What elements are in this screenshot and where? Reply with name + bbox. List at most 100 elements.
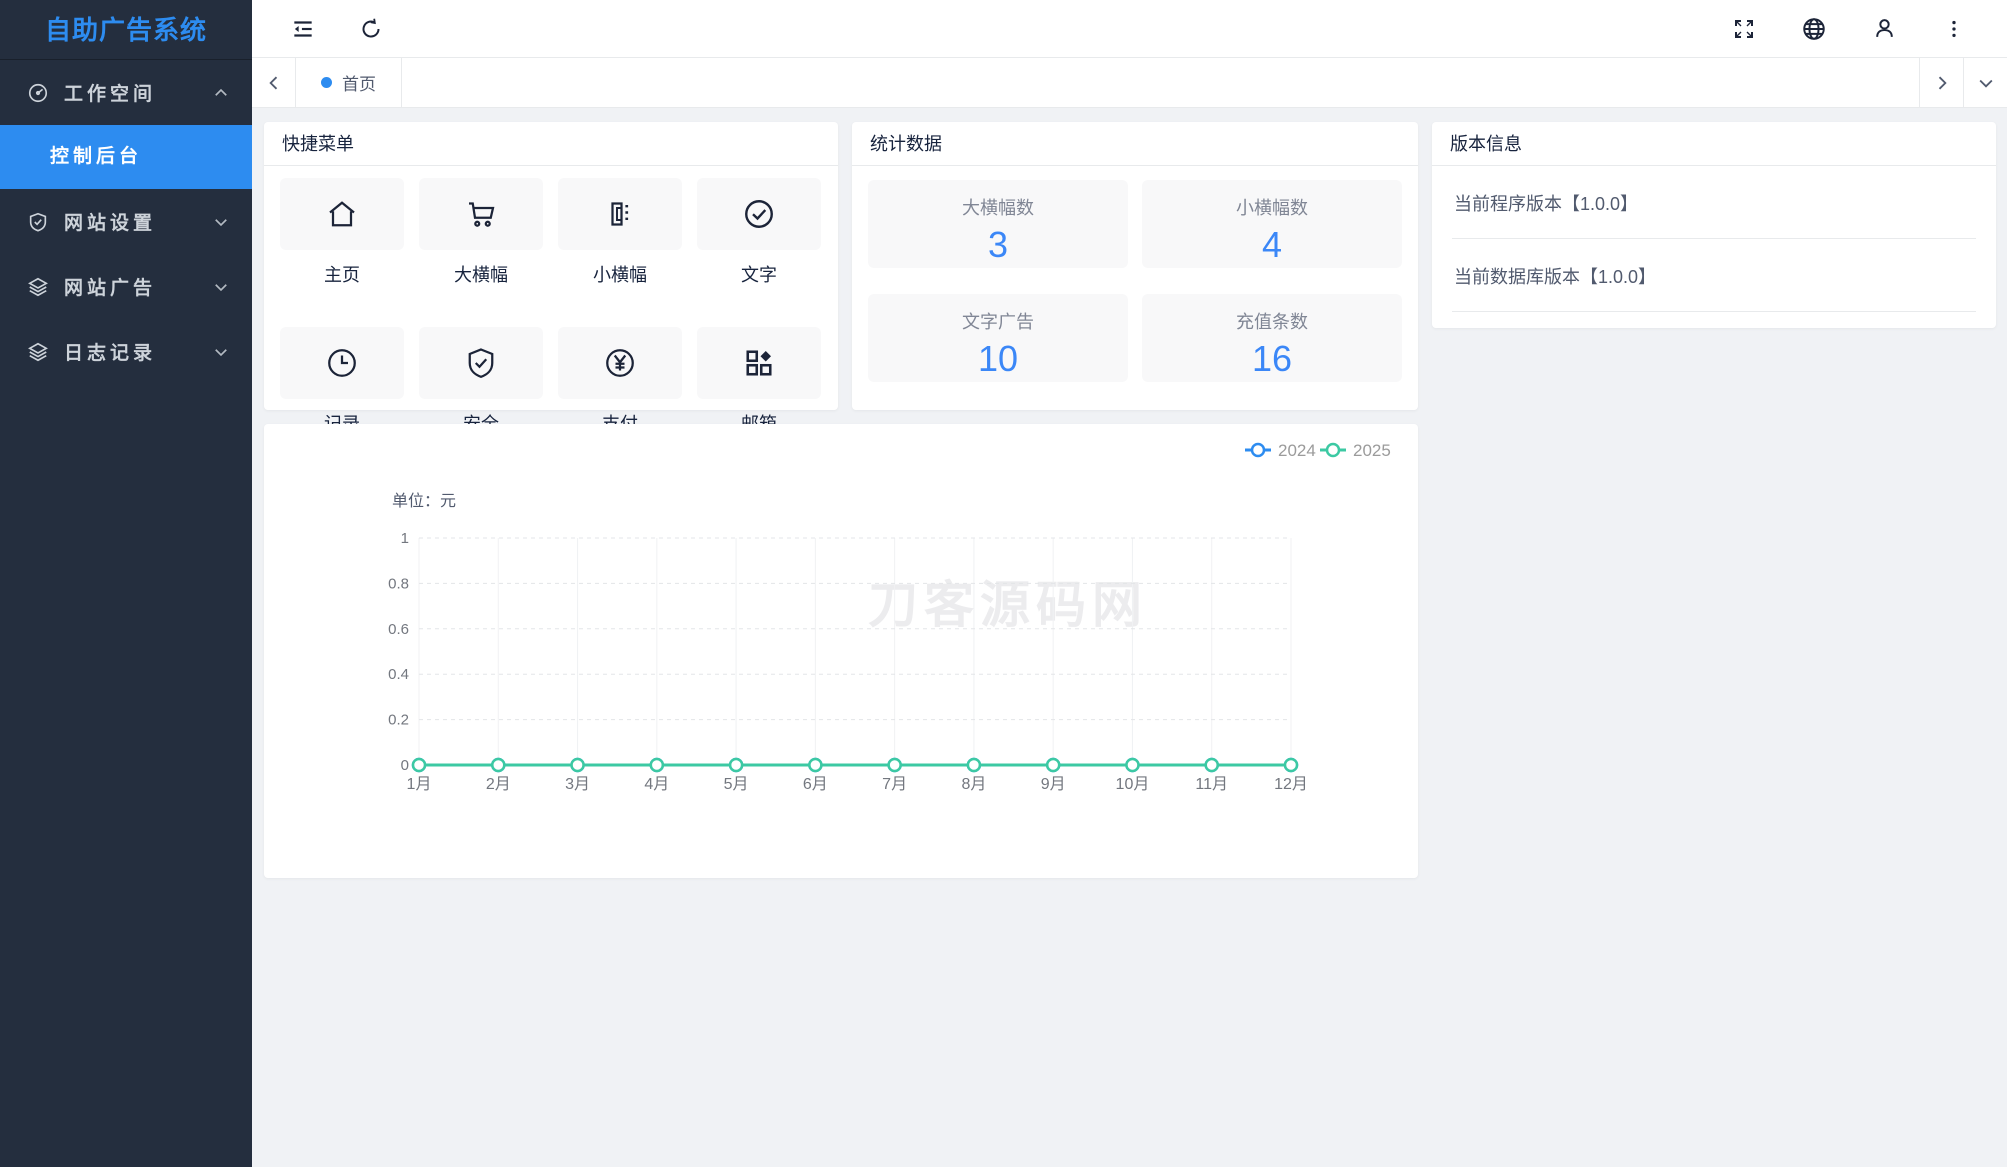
x-axis-tick-label: 1月: [407, 776, 432, 793]
data-point: [808, 757, 823, 773]
fullscreen-icon[interactable]: [1727, 12, 1761, 46]
svg-text:2025: 2025: [1353, 441, 1391, 460]
chevron-down-icon: [212, 213, 230, 231]
app-root: 自助广告系统 工作空间 控制后台 网站设置 网站广告 日志记录 首页 快捷菜单 …: [0, 0, 2007, 1167]
stat-value: 3: [987, 224, 1009, 265]
data-point: [1283, 757, 1299, 773]
legend-item-2024[interactable]: 2024: [1245, 441, 1316, 460]
x-axis-tick-label: 6月: [803, 776, 828, 793]
x-axis-tick-label: 3月: [565, 776, 590, 793]
sidebar-item-label: 工作空间: [64, 84, 157, 105]
y-axis-tick-label: 0.4: [388, 666, 409, 683]
globe-icon[interactable]: [1797, 12, 1831, 46]
chevron-down-icon: [212, 343, 230, 361]
data-point: [411, 757, 427, 773]
app-title: 自助广告系统: [0, 0, 252, 60]
revenue-line-chart: 刀客源码网 1月 2月 3月 4月 5月 6月 7月 8月 9月 10月 11月 12月 0 0.2 0.4 0…: [388, 441, 1391, 793]
sidebar-subitem-control-backend[interactable]: 控制后台: [0, 125, 252, 189]
x-axis-tick-label: 9月: [1041, 776, 1066, 793]
tabbar: 首页: [252, 58, 2007, 108]
quick-item-records[interactable]: 记录: [280, 327, 404, 436]
layers-icon: [26, 340, 50, 364]
refresh-icon[interactable]: [354, 12, 388, 46]
data-point: [491, 757, 506, 773]
data-point: [1204, 757, 1219, 773]
data-point: [649, 757, 665, 773]
program-version-text: 当前程序版本【1.0.0】: [1452, 166, 1976, 239]
quick-menu-card: 快捷菜单 主页 大横幅 小横幅 文字: [264, 122, 838, 434]
tab-menu-dropdown-button[interactable]: [1963, 58, 2007, 107]
chevron-down-icon: [212, 278, 230, 296]
sidebar-item-site-ads[interactable]: 网站广告: [0, 254, 252, 319]
database-version-text: 当前数据库版本【1.0.0】: [1452, 239, 1976, 312]
stat-recharge-count: 充值条数 16: [1142, 294, 1402, 382]
main-area: 首页 快捷菜单 主页 大横幅 小横幅 文字 统计数据 大横幅数 3 小横幅数 4…: [252, 0, 2007, 1167]
yen-circle-icon: [602, 345, 638, 381]
data-point: [887, 757, 902, 773]
tab-home[interactable]: 首页: [296, 58, 402, 107]
stats-title: 统计数据: [852, 122, 1418, 166]
data-point: [1045, 757, 1061, 773]
quick-item-payment[interactable]: 支付: [558, 327, 682, 436]
tab-active-dot: [321, 77, 332, 88]
stat-big-banner-count: 大横幅数 3: [868, 180, 1128, 268]
x-axis-tick-label: 8月: [961, 776, 986, 793]
sidebar-item-workspace[interactable]: 工作空间: [0, 60, 252, 125]
stat-value: 4: [1261, 224, 1283, 265]
x-axis-tick-label: 7月: [882, 776, 907, 793]
quick-item-text[interactable]: 文字: [697, 178, 821, 287]
stat-value: 16: [1251, 338, 1293, 379]
x-axis-tick-label: 12月: [1274, 776, 1308, 793]
x-axis-tick-label: 10月: [1116, 776, 1150, 793]
stat-text-ad-count: 文字广告 10: [868, 294, 1128, 382]
user-icon[interactable]: [1867, 12, 1901, 46]
layers-icon: [26, 275, 50, 299]
quick-item-mailbox[interactable]: 邮箱: [697, 327, 821, 436]
sidebar-item-logs[interactable]: 日志记录: [0, 319, 252, 384]
stat-value: 10: [977, 338, 1019, 379]
collapse-menu-icon[interactable]: [286, 12, 320, 46]
version-card: 版本信息 当前程序版本【1.0.0】 当前数据库版本【1.0.0】: [1432, 122, 1996, 328]
more-vertical-icon[interactable]: [1937, 12, 1971, 46]
data-point: [1125, 757, 1140, 773]
chart-unit-label: 单位：元: [392, 492, 456, 510]
tab-scroll-left-button[interactable]: [252, 58, 296, 107]
clock-icon: [324, 345, 360, 381]
x-axis-tick-label: 11月: [1195, 776, 1228, 793]
page-content: 快捷菜单 主页 大横幅 小横幅 文字 统计数据 大横幅数 3 小横幅数 4 文字…: [252, 108, 2007, 1167]
check-circle-icon: [741, 196, 777, 232]
sidebar-item-site-settings[interactable]: 网站设置: [0, 189, 252, 254]
tab-label: 首页: [342, 75, 376, 94]
sidebar-item-label: 网站广告: [64, 278, 157, 299]
quick-item-big-banner[interactable]: 大横幅: [419, 178, 543, 287]
dashboard-icon: [26, 81, 50, 105]
cart-icon: [463, 196, 499, 232]
data-point: [570, 757, 585, 773]
svg-text:2024: 2024: [1278, 441, 1316, 460]
y-axis-tick-label: 0.6: [388, 621, 409, 638]
banner-icon: [602, 196, 638, 232]
data-point: [728, 757, 744, 773]
shield-icon: [26, 210, 50, 234]
chevron-up-icon: [212, 84, 230, 102]
quick-item-security[interactable]: 安全: [419, 327, 543, 436]
sidebar: 自助广告系统 工作空间 控制后台 网站设置 网站广告 日志记录: [0, 0, 252, 1167]
quick-item-small-banner[interactable]: 小横幅: [558, 178, 682, 287]
tab-scroll-right-button[interactable]: [1919, 58, 1963, 107]
x-axis-tick-label: 2月: [486, 776, 511, 793]
sidebar-item-label: 日志记录: [64, 343, 157, 364]
legend-item-2025[interactable]: 2025: [1320, 441, 1391, 460]
x-axis-tick-label: 4月: [644, 776, 669, 793]
quick-menu-title: 快捷菜单: [264, 122, 838, 166]
data-point: [966, 757, 982, 773]
shield-check-icon: [463, 345, 499, 381]
watermark-text: 刀客源码网: [868, 577, 1148, 633]
tabbar-spacer: [402, 58, 1919, 107]
sidebar-item-label: 网站设置: [64, 213, 157, 234]
stat-small-banner-count: 小横幅数 4: [1142, 180, 1402, 268]
quick-item-home[interactable]: 主页: [280, 178, 404, 287]
y-axis-tick-label: 0.2: [388, 712, 409, 729]
grid-diamond-icon: [741, 345, 777, 381]
stats-card: 统计数据 大横幅数 3 小横幅数 4 文字广告 10 充值条数 16: [852, 122, 1418, 410]
y-axis-tick-label: 0.8: [388, 575, 409, 592]
